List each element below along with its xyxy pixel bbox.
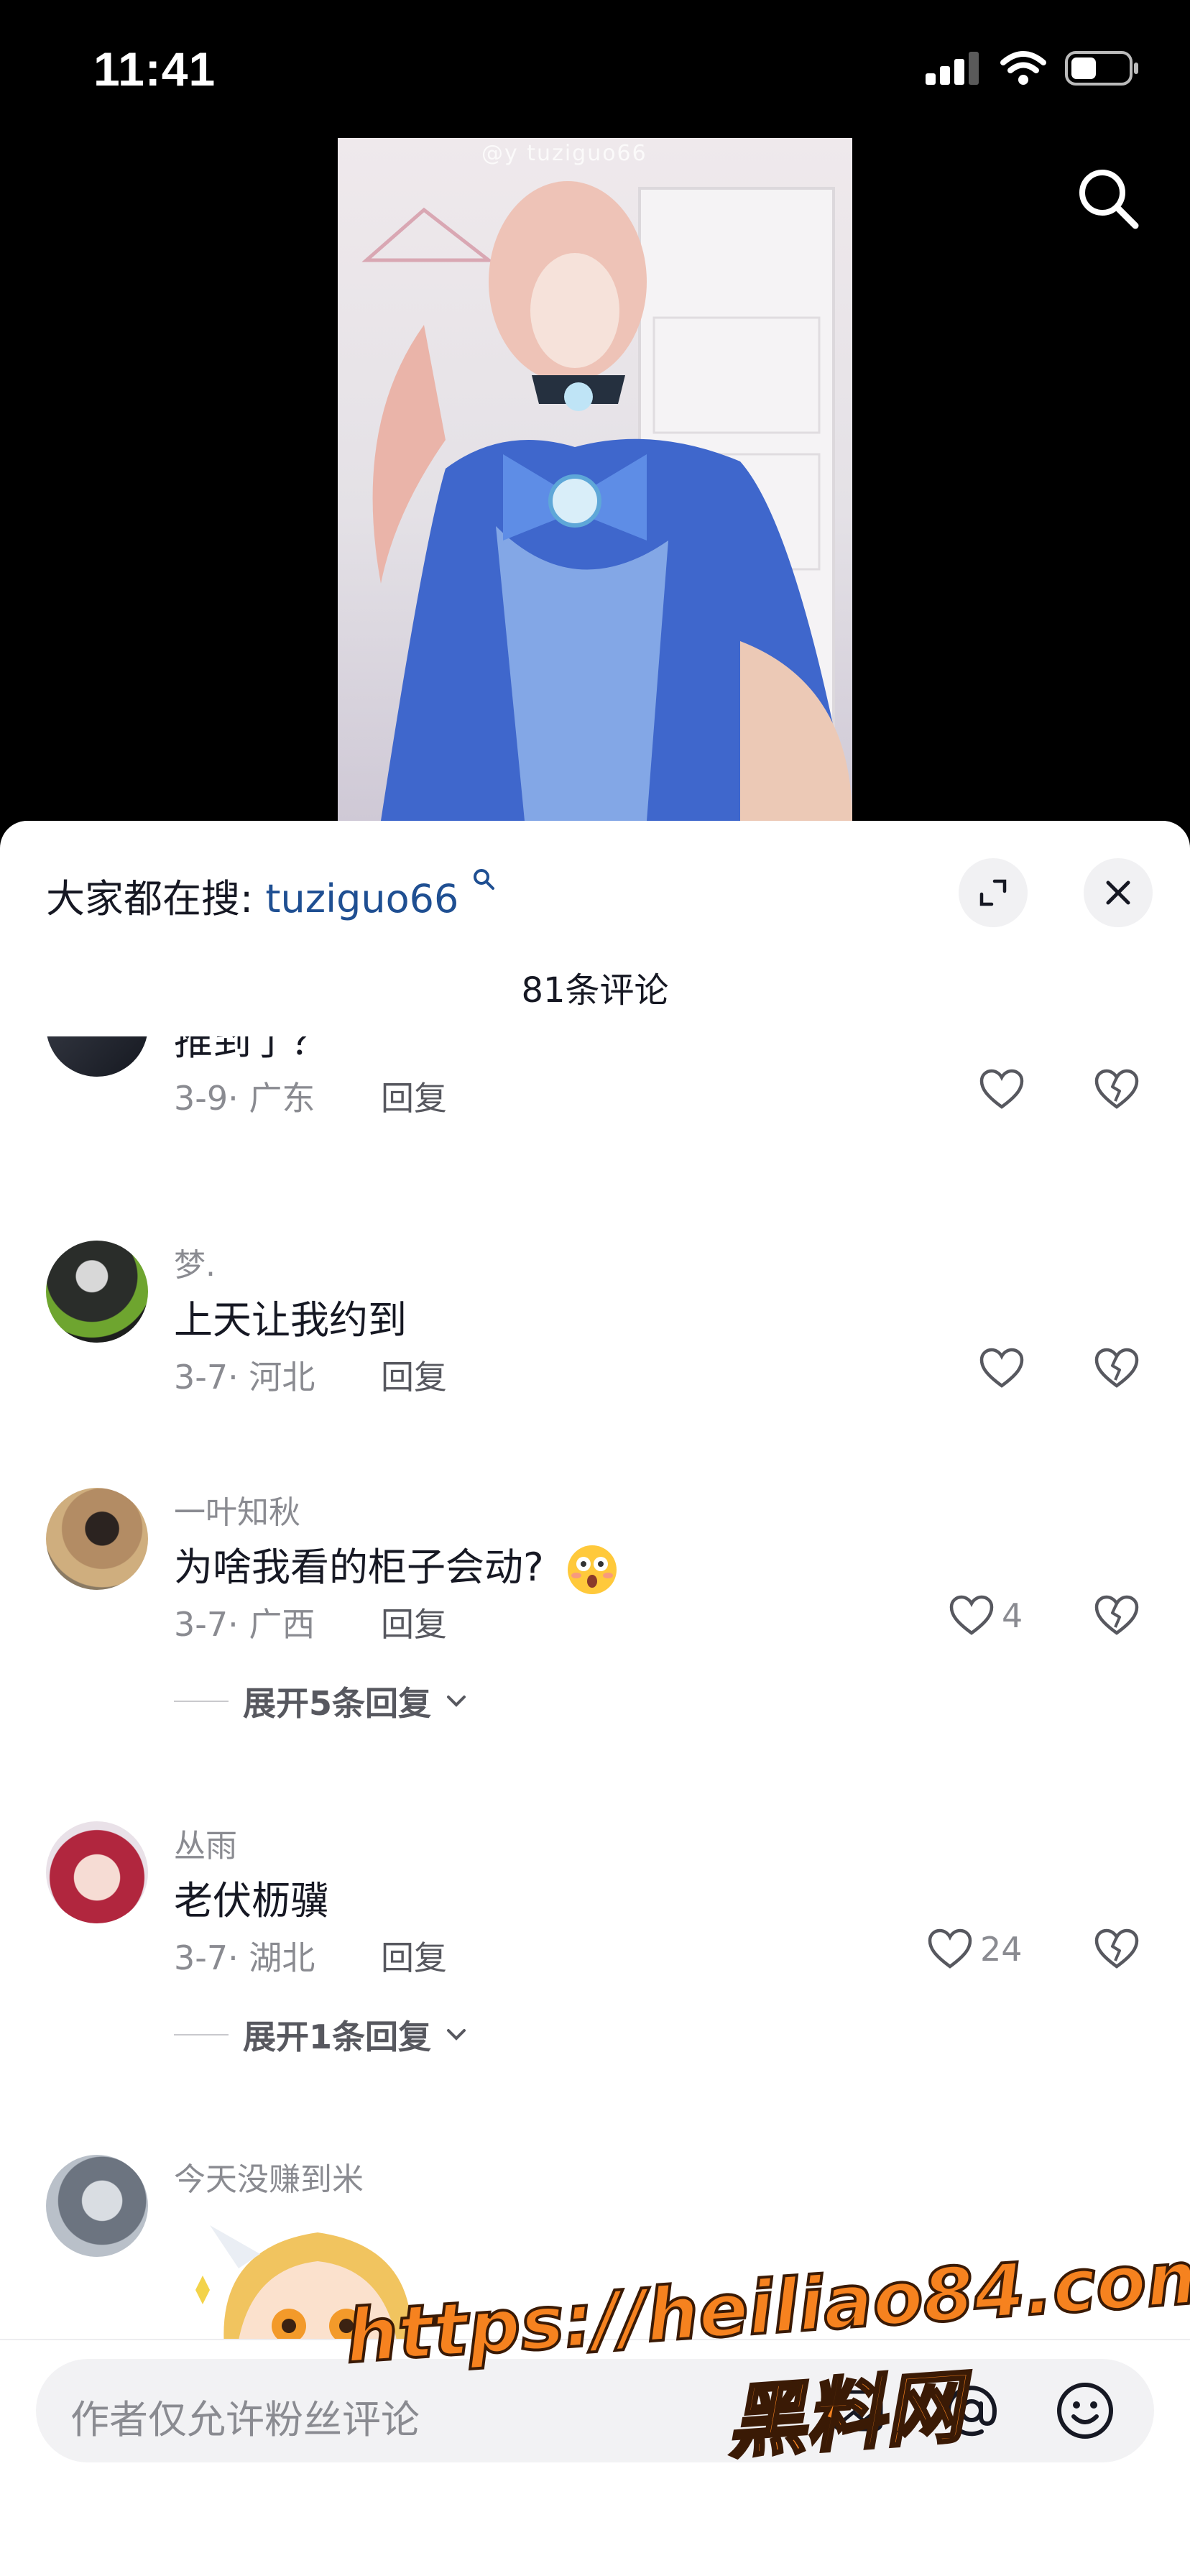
like-button[interactable]: 4	[949, 1594, 1023, 1637]
overlay-name-watermark: 黑料网	[722, 2360, 968, 2471]
comment-count: 81条评论	[521, 970, 669, 1011]
expand-replies[interactable]: 展开5条回复	[174, 1678, 467, 1725]
comment-meta: 3-9· 广东	[174, 1079, 315, 1118]
trending-search[interactable]: 大家都在搜: tuziguo66	[46, 867, 496, 924]
divider-line	[174, 2034, 229, 2036]
comment-input-placeholder: 作者仅允许粉丝评论	[70, 2397, 420, 2442]
reply-button[interactable]: 回复	[381, 1072, 447, 1120]
divider-line	[174, 1701, 229, 1702]
reply-button[interactable]: 回复	[381, 1351, 447, 1399]
comment-list[interactable]: 推到了？ 3-9· 广东 回复 梦. 上天让我约到 3-7· 河北 回复 一叶知…	[0, 1036, 1190, 2438]
comment-input[interactable]: 作者仅允许粉丝评论	[36, 2359, 1154, 2462]
broken-heart-icon	[1094, 1595, 1139, 1635]
comment-input-bar: 作者仅允许粉丝评论	[0, 2339, 1190, 2576]
dislike-button[interactable]	[1094, 1928, 1140, 1974]
like-button[interactable]: 24	[927, 1928, 1023, 1971]
video-player[interactable]: @y tuziguo66	[338, 138, 852, 821]
status-time: 11:41	[93, 42, 216, 96]
emoji-icon[interactable]	[1055, 2380, 1115, 2441]
heart-icon	[949, 1595, 994, 1635]
heart-icon	[928, 1928, 972, 1969]
comment-username[interactable]: 今天没赚到米	[174, 2153, 364, 2199]
close-button[interactable]	[1084, 858, 1153, 927]
search-icon	[473, 869, 494, 890]
broken-heart-icon	[1094, 1928, 1139, 1969]
like-count: 4	[1002, 1596, 1023, 1635]
comment-username[interactable]: 一叶知秋	[174, 1486, 300, 1532]
broken-heart-icon	[1094, 1348, 1139, 1388]
heart-icon	[979, 1348, 1024, 1388]
comment-username[interactable]: 丛雨	[174, 1820, 237, 1866]
reply-button[interactable]: 回复	[381, 1932, 447, 1979]
like-button[interactable]	[979, 1347, 1025, 1390]
comment-meta: 3-7· 广西	[174, 1605, 315, 1644]
battery-icon	[1065, 51, 1138, 86]
comment-username[interactable]: 梦.	[174, 1239, 216, 1285]
comment-item: 丛雨 老伏枥骥 3-7· 湖北 回复 24 展开1条回复	[0, 1791, 1190, 2107]
dislike-button[interactable]	[1094, 1347, 1140, 1393]
close-icon	[1106, 880, 1130, 905]
chevron-down-icon	[447, 2029, 466, 2041]
comment-text: 上天让我约到	[174, 1297, 407, 1343]
status-bar: 11:41	[0, 0, 1190, 137]
surprised-emoji-icon	[567, 1545, 617, 1595]
avatar[interactable]	[46, 1488, 148, 1590]
video-watermark: @y tuziguo66	[481, 141, 647, 166]
expand-replies[interactable]: 展开1条回复	[174, 2011, 467, 2058]
search-icon	[1079, 170, 1139, 229]
comment-item: 梦. 上天让我约到 3-7· 河北 回复	[0, 1210, 1190, 1440]
comment-item: 推到了？ 3-9· 广东 回复	[0, 1036, 1190, 1180]
wifi-icon	[1000, 51, 1046, 85]
like-button[interactable]	[979, 1068, 1025, 1111]
chevron-down-icon	[447, 1696, 466, 1707]
like-count: 24	[980, 1930, 1023, 1969]
trending-prefix: 大家都在搜:	[46, 876, 254, 921]
comment-text: 推到了？	[174, 1036, 329, 1064]
avatar[interactable]	[46, 2155, 148, 2257]
avatar[interactable]	[46, 1241, 148, 1343]
comment-text: 老伏枥骥	[174, 1878, 329, 1923]
comment-item: 一叶知秋 为啥我看的柜子会动? 3-7· 广西 回复 4 展开5条回复	[0, 1458, 1190, 1774]
comment-text: 为啥我看的柜子会动?	[174, 1535, 619, 1597]
expand-replies-label: 展开5条回复	[243, 1684, 432, 1723]
avatar[interactable]	[46, 1036, 148, 1077]
dislike-button[interactable]	[1094, 1594, 1140, 1640]
expand-icon	[979, 879, 1007, 906]
avatar[interactable]	[46, 1821, 148, 1923]
status-icons	[926, 50, 1140, 86]
expand-replies-label: 展开1条回复	[243, 2018, 432, 2056]
comment-meta: 3-7· 湖北	[174, 1938, 315, 1977]
expand-button[interactable]	[959, 858, 1028, 927]
signal-icon	[926, 52, 979, 85]
comment-text-body: 为啥我看的柜子会动?	[174, 1545, 544, 1590]
video-frame-image	[361, 181, 852, 821]
dislike-button[interactable]	[1094, 1068, 1140, 1114]
search-button[interactable]	[1072, 162, 1144, 234]
reply-button[interactable]: 回复	[381, 1598, 447, 1646]
broken-heart-icon	[1094, 1069, 1139, 1109]
comment-meta: 3-7· 河北	[174, 1358, 315, 1397]
heart-icon	[979, 1069, 1024, 1109]
trending-keyword[interactable]: tuziguo66	[265, 876, 458, 921]
